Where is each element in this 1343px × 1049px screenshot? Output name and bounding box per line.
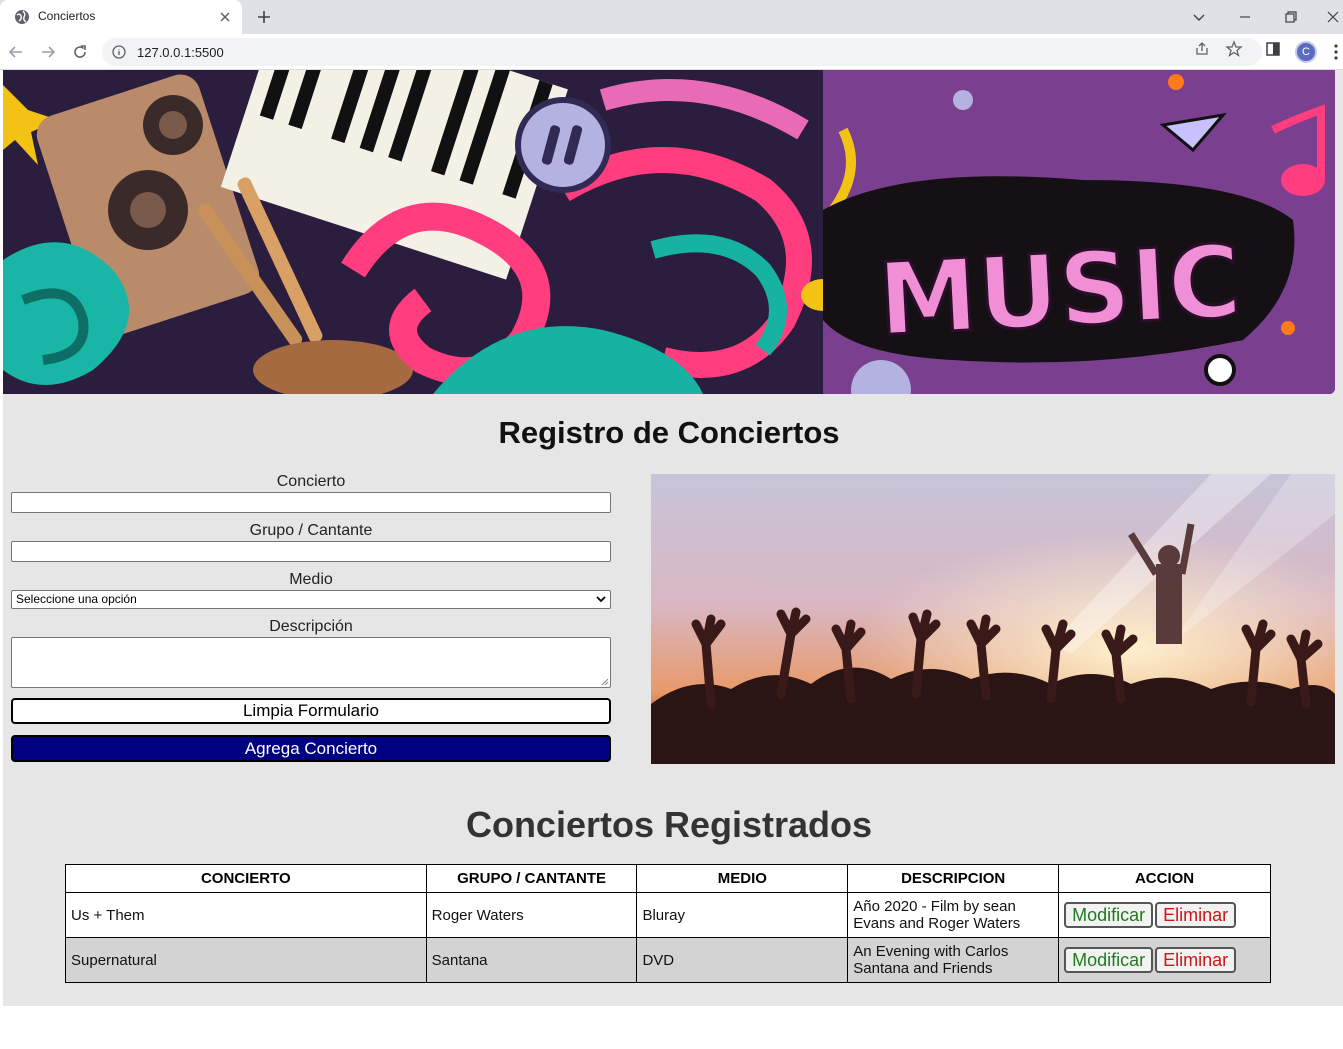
concerts-table: CONCIERTO GRUPO / CANTANTE MEDIO DESCRIP… xyxy=(65,864,1271,983)
concert-crowd-illustration xyxy=(651,474,1335,764)
medio-label: Medio xyxy=(289,571,333,588)
concert-form: Concierto Grupo / Cantante Medio Selecci… xyxy=(11,472,611,762)
page-title: Registro de Conciertos xyxy=(498,415,840,450)
back-icon[interactable] xyxy=(6,42,26,62)
menu-kebab-icon[interactable] xyxy=(1332,42,1340,62)
concierto-input[interactable] xyxy=(11,492,611,513)
table-row: Supernatural Santana DVD An Evening with… xyxy=(65,937,1271,983)
grupo-label: Grupo / Cantante xyxy=(249,522,373,539)
forward-icon[interactable] xyxy=(38,42,58,62)
header-concierto: CONCIERTO xyxy=(65,864,427,893)
descripcion-textarea[interactable] xyxy=(11,637,611,688)
modify-button[interactable]: Modificar xyxy=(1064,902,1154,928)
delete-button[interactable]: Eliminar xyxy=(1155,902,1237,928)
minimize-icon[interactable] xyxy=(1234,6,1256,28)
registered-section-title: Conciertos Registrados xyxy=(465,804,873,845)
url-text[interactable]: 127.0.0.1:5500 xyxy=(137,45,224,60)
page-body: MUSIC Registro de Conciertos Concierto G… xyxy=(3,70,1343,1006)
music-doodle-illustration: MUSIC xyxy=(3,70,1335,394)
cell-grupo: Roger Waters xyxy=(425,892,638,938)
cell-medio: Bluray xyxy=(636,892,849,938)
clear-form-button[interactable]: Limpia Formulario xyxy=(11,698,611,724)
grupo-input[interactable] xyxy=(11,541,611,562)
cell-medio: DVD xyxy=(636,937,849,983)
chevron-down-icon xyxy=(596,596,606,603)
reload-icon[interactable] xyxy=(70,42,90,62)
close-tab-icon[interactable] xyxy=(216,8,234,26)
share-icon[interactable] xyxy=(1193,40,1211,58)
cell-accion: Modificar Eliminar xyxy=(1058,892,1271,938)
browser-tab[interactable]: Conciertos xyxy=(0,0,242,34)
site-info-icon[interactable] xyxy=(112,45,126,59)
cell-concierto: Us + Them xyxy=(65,892,427,938)
concert-crowd-image xyxy=(651,474,1335,764)
address-bar[interactable]: 127.0.0.1:5500 xyxy=(102,38,1262,66)
table-header-row: CONCIERTO GRUPO / CANTANTE MEDIO DESCRIP… xyxy=(65,864,1271,893)
tab-search-chevron-icon[interactable] xyxy=(1188,6,1210,28)
cell-descripcion: An Evening with Carlos Santana and Frien… xyxy=(847,937,1060,983)
page-bottom-area xyxy=(3,1006,1343,1049)
cell-descripcion: Año 2020 - Film by sean Evans and Roger … xyxy=(847,892,1060,938)
music-banner-image: MUSIC xyxy=(3,70,1335,394)
browser-tab-bar: Conciertos xyxy=(0,0,1343,34)
browser-toolbar: 127.0.0.1:5500 C xyxy=(0,34,1343,70)
medio-select[interactable]: Seleccione una opción xyxy=(11,590,611,609)
globe-icon xyxy=(15,10,29,24)
bookmark-star-icon[interactable] xyxy=(1225,40,1243,58)
delete-button[interactable]: Eliminar xyxy=(1155,947,1237,973)
modify-button[interactable]: Modificar xyxy=(1064,947,1154,973)
table-row: Us + Them Roger Waters Bluray Año 2020 -… xyxy=(65,892,1271,938)
header-accion: ACCION xyxy=(1058,864,1271,893)
restore-icon[interactable] xyxy=(1280,6,1302,28)
add-concert-button[interactable]: Agrega Concierto xyxy=(11,735,611,762)
resize-grip-icon[interactable] xyxy=(601,678,609,686)
banner-music-text: MUSIC xyxy=(875,223,1244,359)
header-descripcion: DESCRIPCION xyxy=(847,864,1060,893)
cell-concierto: Supernatural xyxy=(65,937,427,983)
header-grupo: GRUPO / CANTANTE xyxy=(425,864,638,893)
concierto-label: Concierto xyxy=(276,473,346,490)
header-medio: MEDIO xyxy=(636,864,849,893)
tab-title: Conciertos xyxy=(38,9,96,23)
cell-grupo: Santana xyxy=(425,937,638,983)
descripcion-label: Descripción xyxy=(269,618,353,635)
cell-accion: Modificar Eliminar xyxy=(1058,937,1271,983)
profile-avatar[interactable]: C xyxy=(1295,41,1317,63)
close-window-icon[interactable] xyxy=(1322,6,1343,28)
new-tab-icon[interactable] xyxy=(254,7,274,27)
side-panel-icon[interactable] xyxy=(1264,40,1282,58)
medio-selected-value: Seleccione una opción xyxy=(16,592,137,606)
